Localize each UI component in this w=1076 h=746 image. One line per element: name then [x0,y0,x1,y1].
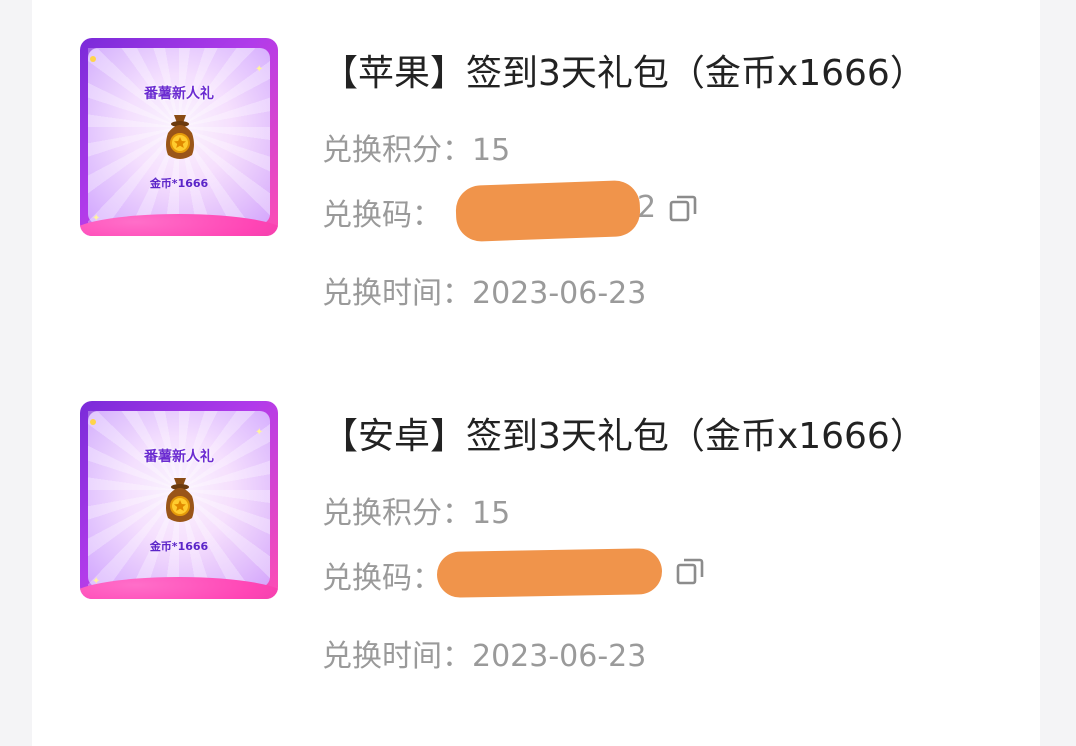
item-title: 【安卓】签到3天礼包（金币x1666） [322,416,926,457]
decoration-star: ✦ [255,64,264,75]
points-row: 兑换积分：15 [322,125,510,169]
code-label: 兑换码： [322,561,442,596]
time-value: 2023-06-23 [472,276,647,311]
money-bag-icon [166,478,194,522]
thumbnail-title: 番薯新人礼 [144,449,214,465]
time-label: 兑换时间： [322,639,472,674]
reward-thumbnail: ✦ ✦ 番薯新人礼 金币*1666 [80,401,278,599]
time-value: 2023-06-23 [472,639,647,674]
money-bag-icon [166,115,194,159]
points-label: 兑换积分： [322,496,472,531]
thumbnail-caption: 金币*1666 [149,177,209,190]
copy-icon[interactable] [668,193,698,223]
time-label: 兑换时间： [322,276,472,311]
code-label: 兑换码： [322,198,442,233]
thumbnail-caption: 金币*1666 [149,540,209,553]
time-row: 兑换时间：2023-06-23 [322,268,646,312]
points-value: 15 [472,496,511,531]
list-item[interactable]: ✦ ✦ 番薯新人礼 金币*1666 【安卓】签到3天礼包（金币x1666） 兑换… [32,363,1040,703]
time-row: 兑换时间：2023-06-23 [322,631,646,675]
points-value: 15 [472,133,511,168]
reward-thumbnail: ✦ ✦ 番薯新人礼 金币*1666 [80,38,278,236]
points-label: 兑换积分： [322,133,472,168]
list-item[interactable]: ✦ ✦ 番薯新人礼 金币*1666 【苹果】签到3天礼包（金币x1666） 兑换… [32,0,1040,340]
thumbnail-title: 番薯新人礼 [144,86,214,102]
item-title: 【苹果】签到3天礼包（金币x1666） [322,53,926,94]
decoration-dot [90,419,96,425]
code-row: 兑换码： [322,190,442,234]
code-redaction [455,179,641,243]
code-redaction [436,548,663,598]
code-row: 兑换码： [322,553,442,597]
decoration-dot [90,56,96,62]
redemption-list: ✦ ✦ 番薯新人礼 金币*1666 【苹果】签到3天礼包（金币x1666） 兑换… [32,0,1040,746]
copy-icon[interactable] [675,556,705,586]
points-row: 兑换积分：15 [322,488,510,532]
decoration-star: ✦ [255,427,264,438]
